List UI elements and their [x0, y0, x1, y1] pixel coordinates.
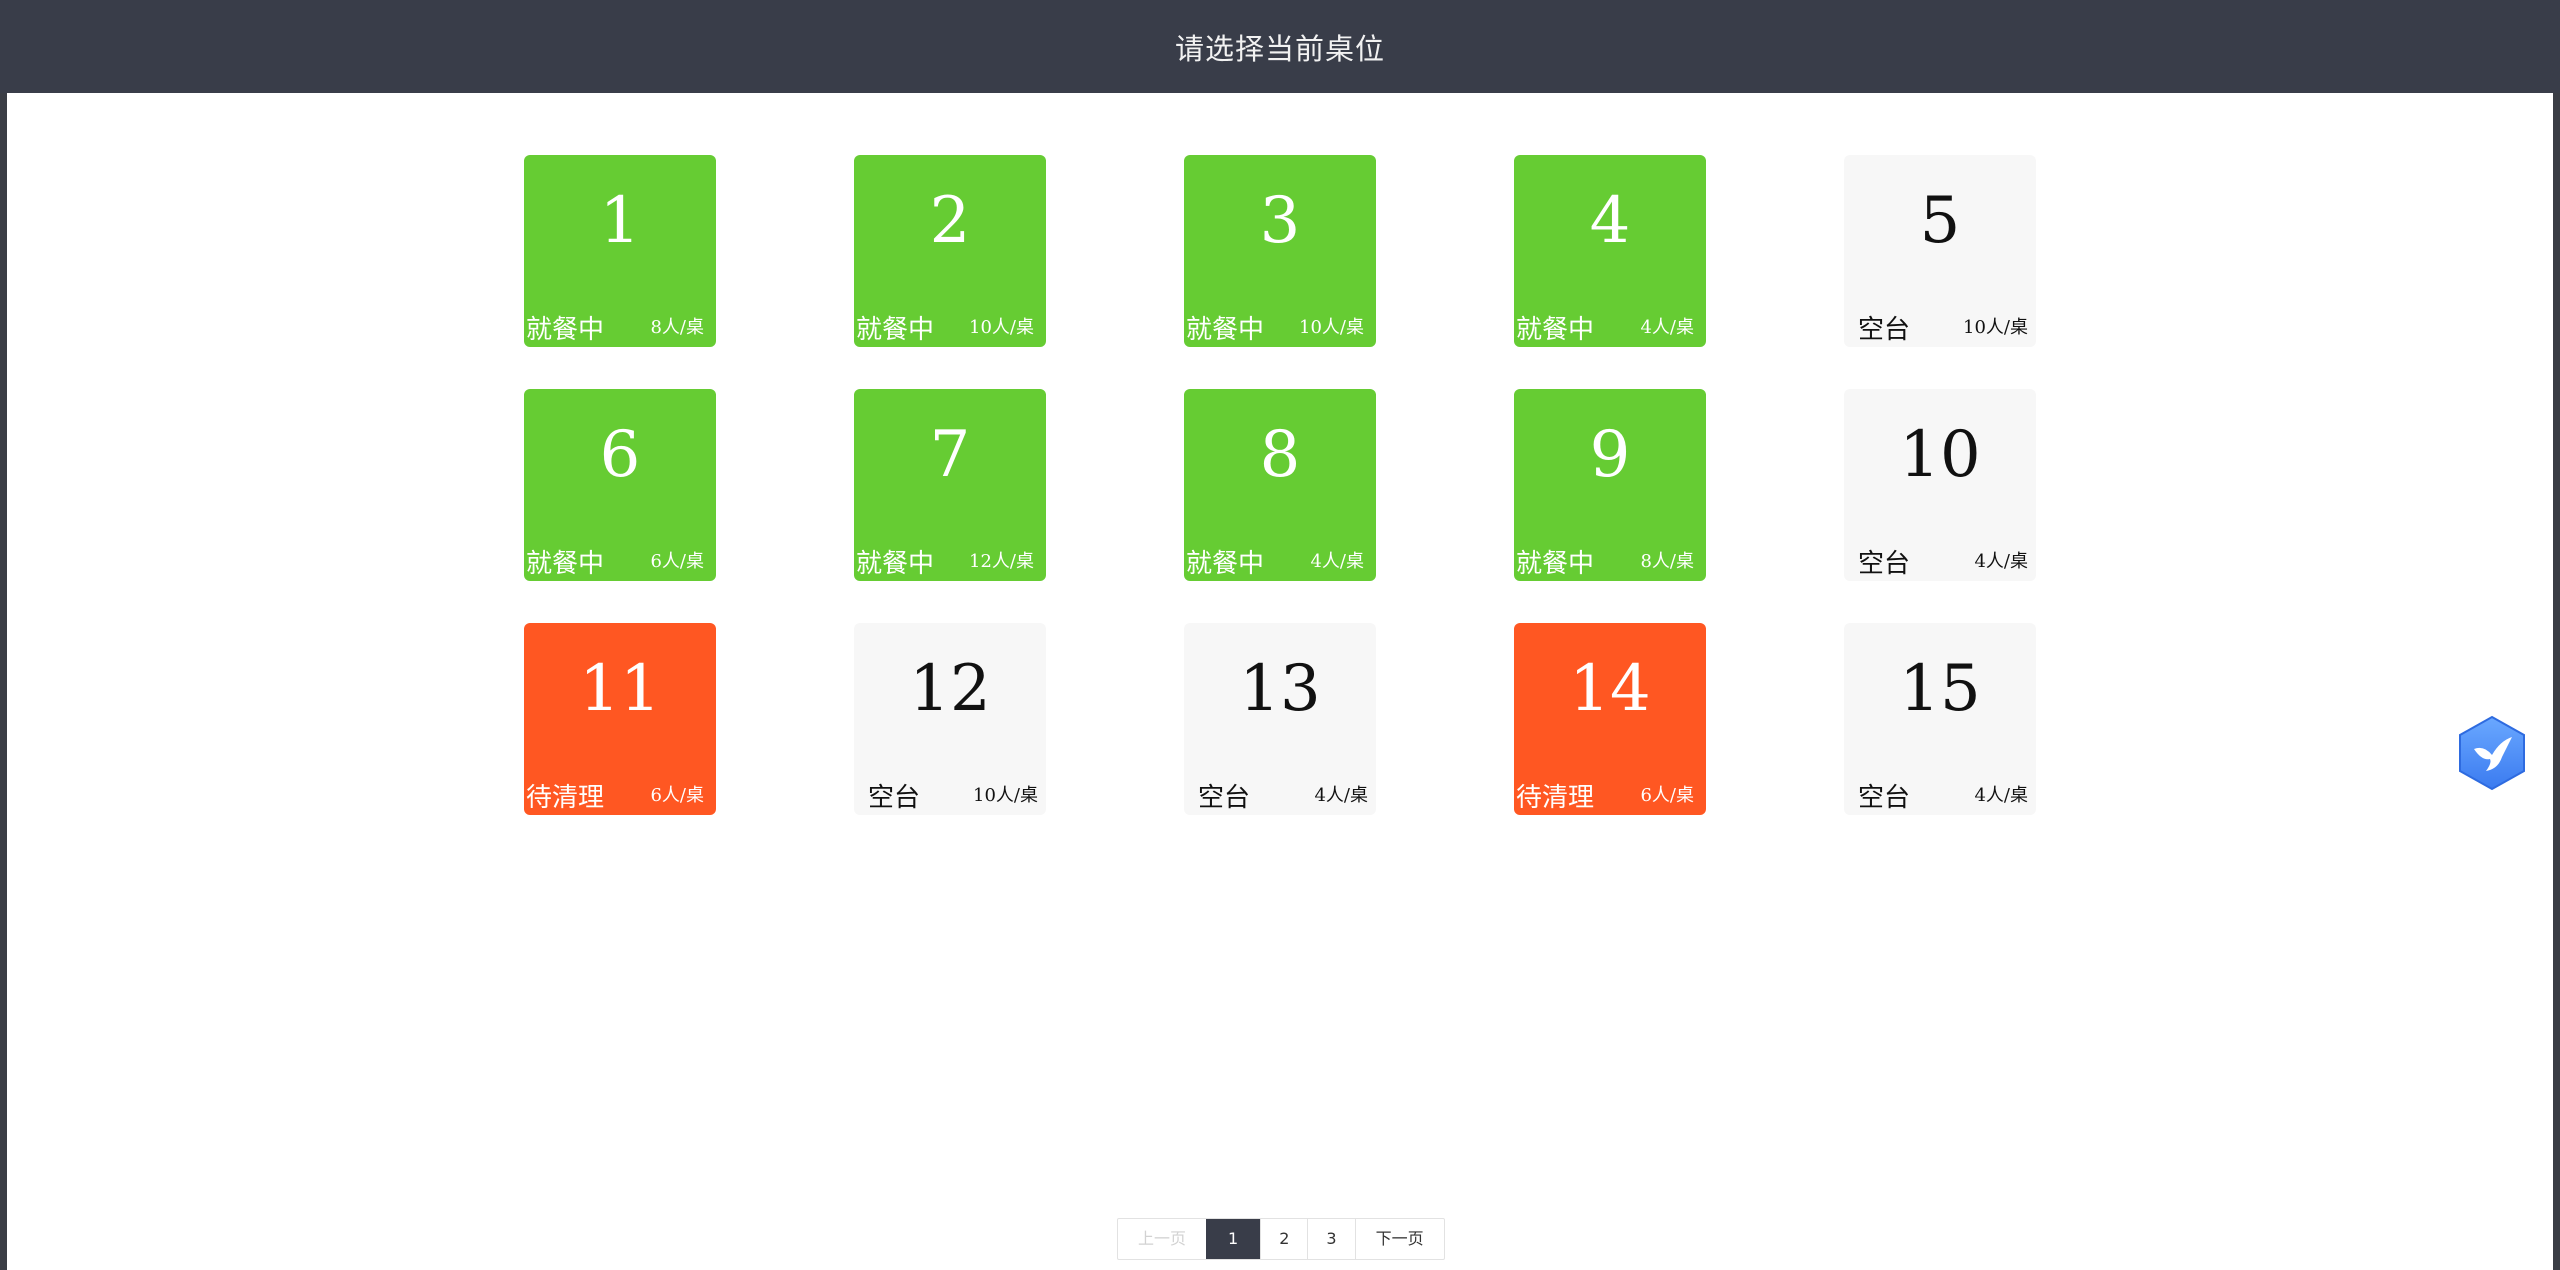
table-number: 3: [1259, 184, 1301, 258]
table-number: 7: [929, 418, 971, 492]
next-page-button[interactable]: 下一页: [1354, 1219, 1444, 1259]
page-title: 请选择当前桌位: [1174, 31, 1385, 66]
table-number: 12: [909, 652, 991, 726]
table-status: 就餐中: [1516, 549, 1595, 579]
table-capacity: 10人/桌: [973, 785, 1038, 806]
table-status: 待清理: [1516, 783, 1595, 813]
table-status: 就餐中: [1516, 315, 1595, 345]
table-card-3[interactable]: 3 就餐中 10人/桌: [1184, 155, 1376, 347]
table-card-7[interactable]: 7 就餐中 12人/桌: [854, 389, 1046, 581]
table-number: 1: [599, 184, 641, 258]
table-card-15[interactable]: 15 空台 4人/桌: [1844, 623, 2036, 815]
page-button-2[interactable]: 2: [1260, 1219, 1307, 1259]
table-number: 5: [1919, 184, 1961, 258]
table-card-6[interactable]: 6 就餐中 6人/桌: [524, 389, 716, 581]
table-capacity: 4人/桌: [1310, 551, 1364, 572]
table-capacity: 10人/桌: [1299, 317, 1364, 338]
table-capacity: 6人/桌: [650, 551, 704, 572]
page-button-3[interactable]: 3: [1307, 1219, 1354, 1259]
table-card-1[interactable]: 1 就餐中 8人/桌: [524, 155, 716, 347]
table-card-10[interactable]: 10 空台 4人/桌: [1844, 389, 2036, 581]
table-capacity: 10人/桌: [969, 317, 1034, 338]
table-status: 空台: [1858, 783, 1911, 813]
table-number: 8: [1259, 418, 1301, 492]
table-status: 空台: [1198, 783, 1251, 813]
table-capacity: 6人/桌: [650, 785, 704, 806]
table-capacity: 8人/桌: [650, 317, 704, 338]
table-number: 4: [1589, 184, 1631, 258]
table-capacity: 10人/桌: [1963, 317, 2028, 338]
table-number: 14: [1569, 652, 1651, 726]
table-card-5[interactable]: 5 空台 10人/桌: [1844, 155, 2036, 347]
table-status: 就餐中: [1186, 549, 1265, 579]
table-number: 10: [1899, 418, 1981, 492]
table-number: 13: [1239, 652, 1321, 726]
table-card-9[interactable]: 9 就餐中 8人/桌: [1514, 389, 1706, 581]
table-status: 待清理: [526, 783, 605, 813]
table-card-13[interactable]: 13 空台 4人/桌: [1184, 623, 1376, 815]
bird-hexagon-icon[interactable]: [2456, 715, 2528, 791]
main-content: 1 就餐中 8人/桌 2 就餐中 10人/桌 3 就餐中 10人/桌 4 就餐中…: [7, 93, 2553, 1270]
table-capacity: 12人/桌: [969, 551, 1034, 572]
table-capacity: 4人/桌: [1314, 785, 1368, 806]
table-card-11[interactable]: 11 待清理 6人/桌: [524, 623, 716, 815]
table-capacity: 4人/桌: [1974, 785, 2028, 806]
table-number: 2: [929, 184, 971, 258]
table-grid: 1 就餐中 8人/桌 2 就餐中 10人/桌 3 就餐中 10人/桌 4 就餐中…: [524, 155, 2036, 815]
table-status: 空台: [1858, 549, 1911, 579]
table-capacity: 4人/桌: [1640, 317, 1694, 338]
table-status: 空台: [1858, 315, 1911, 345]
table-card-14[interactable]: 14 待清理 6人/桌: [1514, 623, 1706, 815]
pagination: 上一页 1 2 3 下一页: [1117, 1218, 1445, 1260]
table-status: 就餐中: [856, 315, 935, 345]
table-status: 空台: [868, 783, 921, 813]
prev-page-button[interactable]: 上一页: [1118, 1219, 1206, 1259]
page-button-1[interactable]: 1: [1206, 1219, 1261, 1259]
app-frame: 请选择当前桌位 1 就餐中 8人/桌 2 就餐中 10人/桌 3 就餐中 10人…: [0, 0, 2560, 1270]
table-number: 6: [599, 418, 641, 492]
table-card-12[interactable]: 12 空台 10人/桌: [854, 623, 1046, 815]
table-status: 就餐中: [526, 315, 605, 345]
table-status: 就餐中: [526, 549, 605, 579]
table-card-8[interactable]: 8 就餐中 4人/桌: [1184, 389, 1376, 581]
table-card-4[interactable]: 4 就餐中 4人/桌: [1514, 155, 1706, 347]
table-card-2[interactable]: 2 就餐中 10人/桌: [854, 155, 1046, 347]
header-bar: 请选择当前桌位: [0, 0, 2560, 93]
table-number: 11: [579, 652, 661, 726]
table-status: 就餐中: [856, 549, 935, 579]
table-capacity: 4人/桌: [1974, 551, 2028, 572]
table-capacity: 8人/桌: [1640, 551, 1694, 572]
table-status: 就餐中: [1186, 315, 1265, 345]
table-number: 9: [1589, 418, 1631, 492]
table-capacity: 6人/桌: [1640, 785, 1694, 806]
table-number: 15: [1899, 652, 1981, 726]
